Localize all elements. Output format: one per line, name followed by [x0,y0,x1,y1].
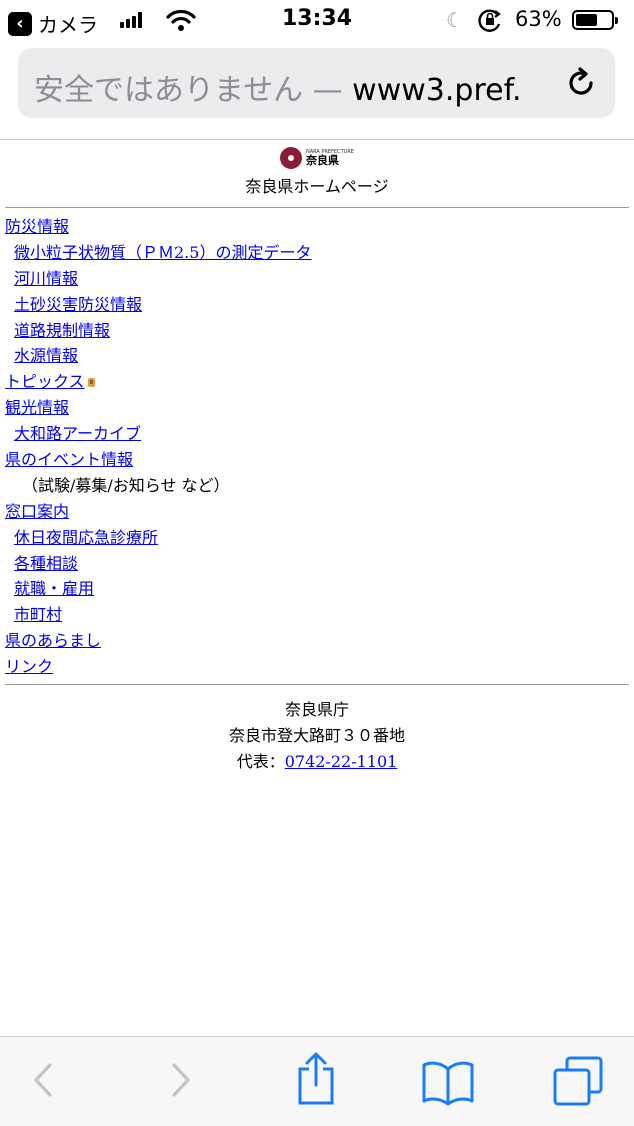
url-text: www3.pref. [342,73,522,108]
menu-link[interactable]: 土砂災害防災情報 [14,295,142,314]
back-arrow-icon[interactable] [28,1057,58,1103]
topics-new-icon [87,378,95,388]
phone-line: 代表：0742-22-1101 [0,749,634,775]
menu-link[interactable]: 微小粒子状物質（ＰＭ2.5）の測定データ [14,243,311,262]
menu-item[interactable]: 県のイベント情報 [5,447,629,473]
menu-note: （試験/募集/お知らせ など） [22,475,230,495]
menu-item[interactable]: 市町村 [5,602,629,628]
menu-link[interactable]: 水源情報 [14,346,78,365]
menu-item[interactable]: 休日夜間応急診療所 [5,525,629,551]
menu-link[interactable]: 各種相談 [14,554,78,573]
menu-link[interactable]: トピックス [5,372,85,391]
wifi-icon [166,9,196,31]
nara-prefecture-logo[interactable]: NARA PREFECTURE 奈良県 [280,147,354,169]
bookmarks-icon[interactable] [420,1057,476,1107]
menu-link[interactable]: 河川情報 [14,269,78,288]
menu-item[interactable]: 大和路アーカイブ [5,421,629,447]
menu-link[interactable]: 防災情報 [5,217,69,236]
office-name: 奈良県庁 [284,700,349,719]
address-bar[interactable]: 安全ではありません — www3.pref. [18,48,615,118]
menu-link[interactable]: 県のあらまし [5,631,101,650]
menu-item[interactable]: 土砂災害防災情報 [5,292,629,318]
menu-item: （試験/募集/お知らせ など） [5,473,629,499]
menu-link[interactable]: 休日夜間応急診療所 [14,528,158,547]
menu-item[interactable]: 就職・雇用 [5,576,629,602]
reload-icon[interactable] [564,66,598,100]
address-bar-divider [0,139,634,140]
menu-item[interactable]: リンク [5,654,629,680]
tabs-icon[interactable] [551,1055,605,1107]
menu-link[interactable]: リンク [5,657,53,676]
menu-link[interactable]: 就職・雇用 [14,579,94,598]
office-address: 奈良市登大路町３０番地 [228,726,405,745]
menu-item[interactable]: 県のあらまし [5,628,629,654]
menu-link[interactable]: 道路規制情報 [14,321,110,340]
phone-label: 代表： [236,752,285,771]
url-field[interactable]: 安全ではありません — www3.pref. [34,65,554,109]
forward-arrow-icon[interactable] [166,1057,196,1103]
status-bar: ‹ カメラ 13:34 ☾ 63% [0,0,634,40]
menu-item[interactable]: 河川情報 [5,266,629,292]
menu-item[interactable]: 観光情報 [5,395,629,421]
menu-link[interactable]: 県のイベント情報 [5,450,133,469]
logo-mark-icon [280,147,302,169]
back-to-app-button[interactable]: ‹ カメラ [8,9,98,38]
menu-link[interactable]: 観光情報 [5,398,69,417]
footer: 奈良県庁 奈良市登大路町３０番地 代表：0742-22-1101 [0,697,634,775]
footer-divider [5,684,629,685]
share-icon[interactable] [294,1051,338,1107]
menu-item[interactable]: トピックス [5,369,629,395]
battery-icon [572,10,618,30]
do-not-disturb-icon: ☾ [446,8,464,32]
menu-item[interactable]: 各種相談 [5,551,629,577]
main-menu: 防災情報微小粒子状物質（ＰＭ2.5）の測定データ 河川情報土砂災害防災情報 道路規制… [5,214,629,680]
phone-link[interactable]: 0742-22-1101 [285,752,398,771]
battery-percent: 63% [515,7,562,31]
menu-item[interactable]: 水源情報 [5,343,629,369]
rotation-lock-icon [478,9,501,32]
safari-toolbar [0,1036,634,1126]
site-title: 奈良県ホームページ [245,177,389,196]
menu-item[interactable]: 窓口案内 [5,499,629,525]
menu-link[interactable]: 市町村 [14,605,62,624]
menu-item[interactable]: 道路規制情報 [5,318,629,344]
menu-link[interactable]: 大和路アーカイブ [14,424,141,443]
back-chevron-icon: ‹ [8,11,32,36]
back-app-label: カメラ [38,13,98,37]
menu-item[interactable]: 微小粒子状物質（ＰＭ2.5）の測定データ [5,240,629,266]
menu-item[interactable]: 防災情報 [5,214,629,240]
header-divider [5,207,629,208]
cellular-signal-icon [120,12,142,28]
menu-link[interactable]: 窓口案内 [5,502,69,521]
not-secure-label: 安全ではありません — [34,73,343,108]
logo-name: 奈良県 [306,154,339,167]
